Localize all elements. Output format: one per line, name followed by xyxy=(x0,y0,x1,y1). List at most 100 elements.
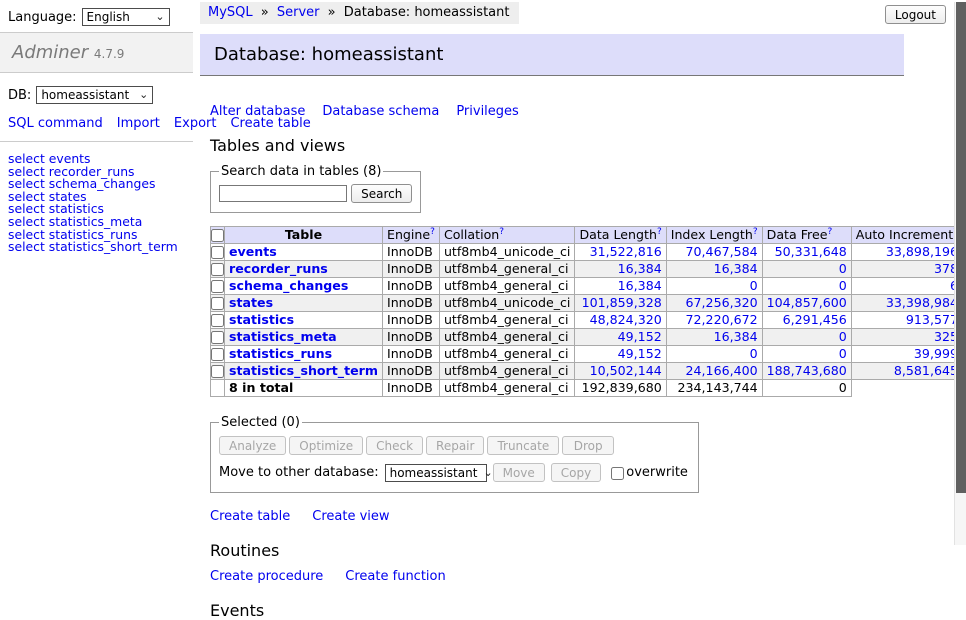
adminer-logo: Adminer 4.7.9 xyxy=(0,32,193,73)
index-length-link[interactable]: 67,256,320 xyxy=(686,295,758,310)
row-checkbox[interactable] xyxy=(211,280,224,293)
index-length-cell: 16,384 xyxy=(666,261,762,278)
row-checkbox[interactable] xyxy=(211,297,224,310)
column-header-data-free: Data Free? xyxy=(762,227,851,244)
data-free-link[interactable]: 50,331,648 xyxy=(775,244,847,259)
data-length-link[interactable]: 49,152 xyxy=(618,346,662,361)
table-row: recorder_runsInnoDButf8mb4_general_ci16,… xyxy=(211,261,966,278)
data-length-link[interactable]: 16,384 xyxy=(618,261,662,276)
table-name-link[interactable]: events xyxy=(229,244,277,259)
repair-button[interactable]: Repair xyxy=(426,436,484,455)
row-checkbox[interactable] xyxy=(211,331,224,344)
help-link[interactable]: ? xyxy=(657,227,662,237)
db-select[interactable]: homeassistant ⌄ xyxy=(36,86,153,104)
table-name-link[interactable]: statistics_short_term xyxy=(229,363,378,378)
data-length-link[interactable]: 101,859,328 xyxy=(582,295,662,310)
index-length-link[interactable]: 72,220,672 xyxy=(686,312,758,327)
move-button[interactable]: Move xyxy=(493,463,545,482)
create-view-link[interactable]: Create view xyxy=(312,509,389,524)
analyze-button[interactable]: Analyze xyxy=(219,436,286,455)
search-button[interactable]: Search xyxy=(351,184,412,203)
create-function-link[interactable]: Create function xyxy=(345,569,445,584)
row-checkbox[interactable] xyxy=(211,365,224,378)
table-row: statistics_metaInnoDButf8mb4_general_ci4… xyxy=(211,329,966,346)
table-name-link[interactable]: recorder_runs xyxy=(229,261,328,276)
data-length-link[interactable]: 31,522,816 xyxy=(590,244,662,259)
table-name-link[interactable]: statistics xyxy=(229,312,294,327)
drop-button[interactable]: Drop xyxy=(562,436,614,455)
total-blank-cell xyxy=(211,380,225,397)
data-free-link[interactable]: 0 xyxy=(839,346,847,361)
collation-cell: utf8mb4_general_ci xyxy=(439,312,575,329)
auto-increment-link[interactable]: 33,398,984 xyxy=(886,295,958,310)
tables-and-views-heading: Tables and views xyxy=(210,136,966,155)
index-length-link[interactable]: 0 xyxy=(750,346,758,361)
data-free-link[interactable]: 0 xyxy=(839,329,847,344)
help-link[interactable]: ? xyxy=(753,227,758,237)
privileges-link[interactable]: Privileges xyxy=(456,104,519,119)
index-length-link[interactable]: 16,384 xyxy=(714,329,758,344)
row-checkbox[interactable] xyxy=(211,246,224,259)
index-length-cell: 24,166,400 xyxy=(666,363,762,380)
tables-body: eventsInnoDButf8mb4_unicode_ci31,522,816… xyxy=(211,244,966,397)
check-button[interactable]: Check xyxy=(366,436,423,455)
index-length-link[interactable]: 70,467,584 xyxy=(686,244,758,259)
overwrite-checkbox[interactable] xyxy=(611,467,624,480)
page-scrollbar[interactable] xyxy=(954,2,966,545)
data-length-link[interactable]: 16,384 xyxy=(618,278,662,293)
column-header-auto-increment: Auto Increment? xyxy=(851,227,962,244)
data-length-link[interactable]: 49,152 xyxy=(618,329,662,344)
row-checkbox[interactable] xyxy=(211,348,224,361)
search-fieldset: Search data in tables (8) Search xyxy=(210,164,421,213)
table-row: statistics_runsInnoDButf8mb4_general_ci4… xyxy=(211,346,966,363)
sidebar-item-select-statistics-short-term[interactable]: select statistics_short_term xyxy=(8,241,193,254)
table-name-link[interactable]: schema_changes xyxy=(229,278,348,293)
engine-cell: InnoDB xyxy=(382,261,439,278)
language-label: Language: xyxy=(8,10,77,25)
auto-increment-link[interactable]: 8,581,645 xyxy=(894,363,958,378)
table-name-link[interactable]: statistics_meta xyxy=(229,329,337,344)
move-db-select[interactable]: homeassistant ⌄ xyxy=(385,464,487,482)
scrollbar-thumb[interactable] xyxy=(956,2,966,493)
language-select[interactable]: English ⌄ xyxy=(82,8,170,26)
data-free-link[interactable]: 188,743,680 xyxy=(767,363,847,378)
engine-cell: InnoDB xyxy=(382,363,439,380)
create-procedure-link[interactable]: Create procedure xyxy=(210,569,323,584)
import-link[interactable]: Import xyxy=(117,116,160,131)
data-length-link[interactable]: 10,502,144 xyxy=(590,363,662,378)
optimize-button[interactable]: Optimize xyxy=(289,436,363,455)
truncate-button[interactable]: Truncate xyxy=(487,436,559,455)
sql-command-link[interactable]: SQL command xyxy=(8,116,103,131)
total-data-length-cell: 192,839,680 xyxy=(575,380,666,397)
search-input[interactable] xyxy=(219,185,347,202)
table-name-cell: schema_changes xyxy=(225,278,383,295)
table-name-link[interactable]: states xyxy=(229,295,273,310)
help-link[interactable]: ? xyxy=(827,227,832,237)
row-checkbox[interactable] xyxy=(211,263,224,276)
auto-increment-link[interactable]: 39,999 xyxy=(914,346,958,361)
index-length-link[interactable]: 0 xyxy=(750,278,758,293)
table-name-link[interactable]: statistics_runs xyxy=(229,346,332,361)
logout-button[interactable]: Logout xyxy=(885,5,946,24)
data-length-link[interactable]: 48,824,320 xyxy=(590,312,662,327)
index-length-cell: 67,256,320 xyxy=(666,295,762,312)
database-schema-link[interactable]: Database schema xyxy=(322,104,439,119)
events-heading: Events xyxy=(210,601,966,620)
help-link[interactable]: ? xyxy=(499,227,504,237)
data-free-link[interactable]: 6,291,456 xyxy=(783,312,847,327)
index-length-link[interactable]: 16,384 xyxy=(714,261,758,276)
index-length-link[interactable]: 24,166,400 xyxy=(686,363,758,378)
row-checkbox[interactable] xyxy=(211,314,224,327)
breadcrumb-server-link[interactable]: Server xyxy=(277,5,320,20)
create-table-link-bottom[interactable]: Create table xyxy=(210,509,290,524)
alter-database-link[interactable]: Alter database xyxy=(210,104,305,119)
data-free-link[interactable]: 0 xyxy=(839,261,847,276)
data-free-link[interactable]: 104,857,600 xyxy=(767,295,847,310)
help-link[interactable]: ? xyxy=(430,227,435,237)
select-all-checkbox[interactable] xyxy=(211,229,224,242)
auto-increment-link[interactable]: 913,577 xyxy=(906,312,958,327)
copy-button[interactable]: Copy xyxy=(551,463,601,482)
breadcrumb-mysql-link[interactable]: MySQL xyxy=(208,5,253,20)
data-free-link[interactable]: 0 xyxy=(839,278,847,293)
auto-increment-link[interactable]: 33,898,196 xyxy=(886,244,958,259)
